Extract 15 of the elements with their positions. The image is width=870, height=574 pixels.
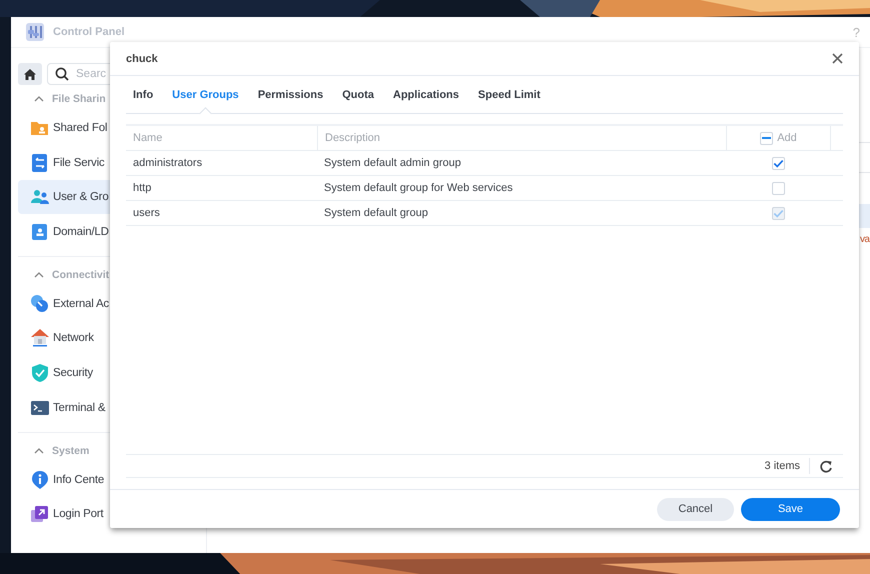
table-cell-text: System default admin group [323, 156, 462, 171]
section-title: Connectivit [52, 268, 110, 281]
column-header: Add [777, 132, 797, 144]
item-count: 3 items [764, 458, 810, 474]
table-cell-text: System default group for Web services [323, 181, 514, 196]
section-title: File Sharin [52, 93, 106, 105]
status-text: va [860, 234, 870, 245]
section-title: System [52, 444, 90, 457]
table-cell-text: administrators [132, 156, 204, 171]
window-title: Control Panel [53, 26, 125, 38]
table-cell-text: http [132, 181, 152, 196]
column-header: Description [317, 126, 726, 150]
table-cell-text: System default group [323, 206, 429, 221]
column-header: Name [132, 131, 164, 146]
dialog-title: chuck [126, 52, 158, 64]
